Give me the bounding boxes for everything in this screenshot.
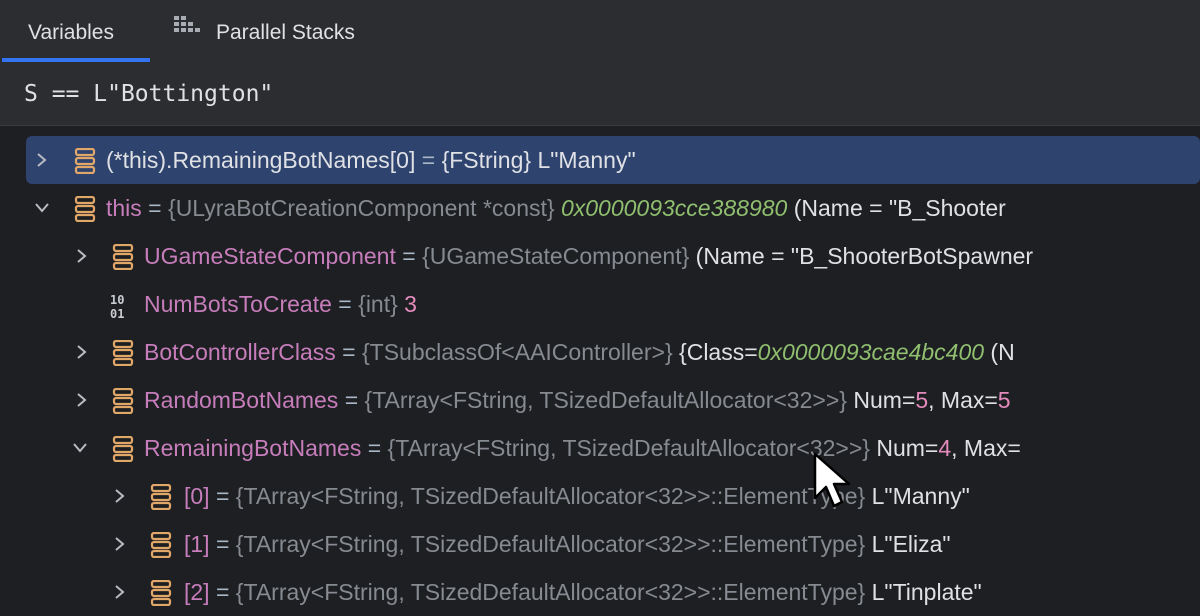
variable-name: [0] [184,483,210,509]
svg-text:01: 01 [110,307,124,320]
variable-value: (Name = "B_ShooterBotSpawner [689,243,1034,269]
chevron-right-icon[interactable] [34,136,54,184]
tree-row[interactable]: [2] = {TArray<FString, TSizedDefaultAllo… [0,568,1200,616]
expression-lhs: S == L [24,81,108,107]
tree-row[interactable]: 10 01 NumBotsToCreate = {int} 3 [0,280,1200,328]
expression-input[interactable]: S == L"Bottington" [0,62,1200,126]
variable-name: [2] [184,579,210,605]
variable-name: BotControllerClass [144,339,336,365]
variable-type: {TSubclassOf<AAIController>} [361,339,673,365]
variable-value: L"Manny" [865,483,970,509]
chevron-down-icon[interactable] [34,184,54,232]
variable-type: {TArray<FString, TSizedDefaultAllocator<… [235,579,866,605]
mouse-cursor-icon [812,452,852,517]
variable-type: {FString} [441,147,532,173]
parallel-stacks-icon [174,0,204,64]
chevron-right-icon[interactable] [112,568,132,616]
tree-row[interactable]: (*this).RemainingBotNames[0] = {FString}… [0,136,1200,184]
tree-row[interactable]: [0] = {TArray<FString, TSizedDefaultAllo… [0,472,1200,520]
variable-name: [1] [184,531,210,557]
variable-value: L"Eliza" [865,531,951,557]
tree-row[interactable]: BotControllerClass = {TSubclassOf<AAICon… [0,328,1200,376]
chevron-right-icon[interactable] [74,232,94,280]
variable-type: {UGameStateComponent} [422,243,690,269]
svg-text:10: 10 [110,293,124,307]
variable-name: RemainingBotNames [144,435,362,461]
tree-row[interactable]: [1] = {TArray<FString, TSizedDefaultAllo… [0,520,1200,568]
variable-name: UGameStateComponent [144,243,396,269]
tree-row[interactable]: this = {ULyraBotCreationComponent *const… [0,184,1200,232]
tab-variables[interactable]: Variables [0,0,150,62]
tab-parallel-stacks[interactable]: Parallel Stacks [150,0,383,62]
variable-type: {TArray<FString, TSizedDefaultAllocator<… [364,387,847,413]
tab-variables-label: Variables [28,21,114,44]
chevron-right-icon[interactable] [112,520,132,568]
variable-type: {TArray<FString, TSizedDefaultAllocator<… [235,483,866,509]
tree-row[interactable]: RandomBotNames = {TArray<FString, TSized… [0,376,1200,424]
chevron-right-icon[interactable] [74,328,94,376]
variable-name: (*this).RemainingBotNames[0] [106,147,416,173]
variable-value: (Name = "B_Shooter [787,195,1006,221]
variable-type: {ULyraBotCreationComponent *const} [168,195,555,221]
tool-window-tabbar: Variables Parallel Stacks [0,0,1200,63]
variable-value: L"Manny" [531,147,636,173]
variable-name: NumBotsToCreate [144,291,332,317]
chevron-down-icon[interactable] [72,424,92,472]
variable-address: 0x0000093cce388980 [554,195,788,221]
expression-string: "Bottington" [107,81,274,107]
variable-value: 3 [397,291,417,317]
chevron-right-icon[interactable] [74,376,94,424]
variable-name: this [106,195,142,221]
tree-row[interactable]: RemainingBotNames = {TArray<FString, TSi… [0,424,1200,472]
variable-type: {TArray<FString, TSizedDefaultAllocator<… [387,435,870,461]
variable-type: {TArray<FString, TSizedDefaultAllocator<… [235,531,866,557]
variable-name: RandomBotNames [144,387,339,413]
tree-row[interactable]: UGameStateComponent = {UGameStateCompone… [0,232,1200,280]
tab-parallel-stacks-label: Parallel Stacks [216,21,355,44]
variable-value: L"Tinplate" [865,579,982,605]
chevron-right-icon[interactable] [112,472,132,520]
variable-type: {int} [358,291,398,317]
variable-address: 0x0000093cae4bc400 [757,339,985,365]
